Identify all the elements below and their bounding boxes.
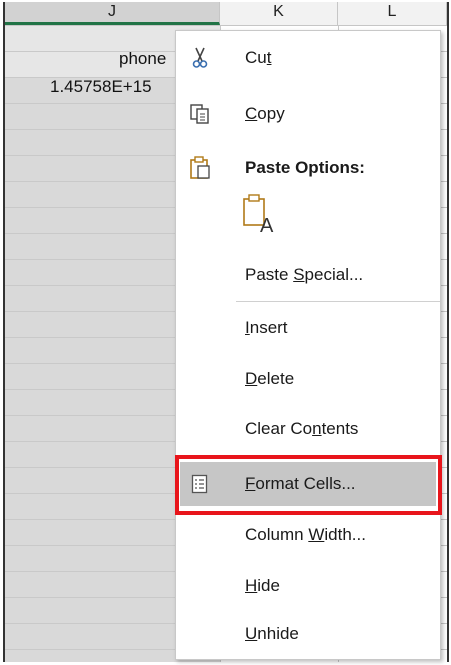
menu-item-paste-special[interactable]: Paste Special... [176,253,440,297]
column-header-j[interactable]: J [5,2,220,25]
menu-item-insert[interactable]: Insert [176,306,440,350]
menu-item-unhide[interactable]: Unhide [176,612,440,656]
column-header-row: J K L [5,2,447,26]
menu-item-clear-contents-label: Clear Contents [245,419,359,438]
menu-item-paste-special-label: Paste Special... [245,265,364,284]
paste-values-icon [243,194,265,226]
menu-item-cut-label: Cut [245,48,272,67]
paste-options-heading: Paste Options: [245,158,365,177]
scissors-icon [188,46,212,70]
menu-item-copy-label: Copy [245,104,285,123]
menu-item-clear-contents[interactable]: Clear Contents [176,407,440,451]
context-menu: Cut Copy Paste Options: A Paste Special.… [175,30,441,660]
menu-item-column-width-label: Column Width... [245,525,366,544]
format-cells-icon [188,472,212,496]
menu-item-format-cells-label: Format Cells... [245,474,356,493]
menu-item-cut[interactable]: Cut [176,36,440,80]
menu-item-format-cells[interactable]: Format Cells... [180,462,436,506]
column-header-l[interactable]: L [338,2,447,25]
menu-item-delete[interactable]: Delete [176,357,440,401]
menu-item-unhide-label: Unhide [245,624,299,643]
paste-values-glyph: A [260,215,274,237]
copy-icon [188,102,212,126]
menu-item-paste-options: Paste Options: [176,146,440,190]
clipboard-icon [188,156,212,180]
paste-option-values-button[interactable]: A [236,191,280,241]
cell-j2[interactable]: 1.45758E+15 [50,77,152,97]
menu-item-insert-label: Insert [245,318,288,337]
menu-item-hide[interactable]: Hide [176,564,440,608]
menu-item-copy[interactable]: Copy [176,92,440,136]
cell-j1[interactable]: phone [119,49,166,69]
menu-separator [236,455,440,456]
menu-separator [236,301,440,302]
column-header-k[interactable]: K [220,2,338,25]
menu-item-delete-label: Delete [245,369,295,388]
menu-item-hide-label: Hide [245,576,280,595]
menu-item-column-width[interactable]: Column Width... [176,513,440,557]
